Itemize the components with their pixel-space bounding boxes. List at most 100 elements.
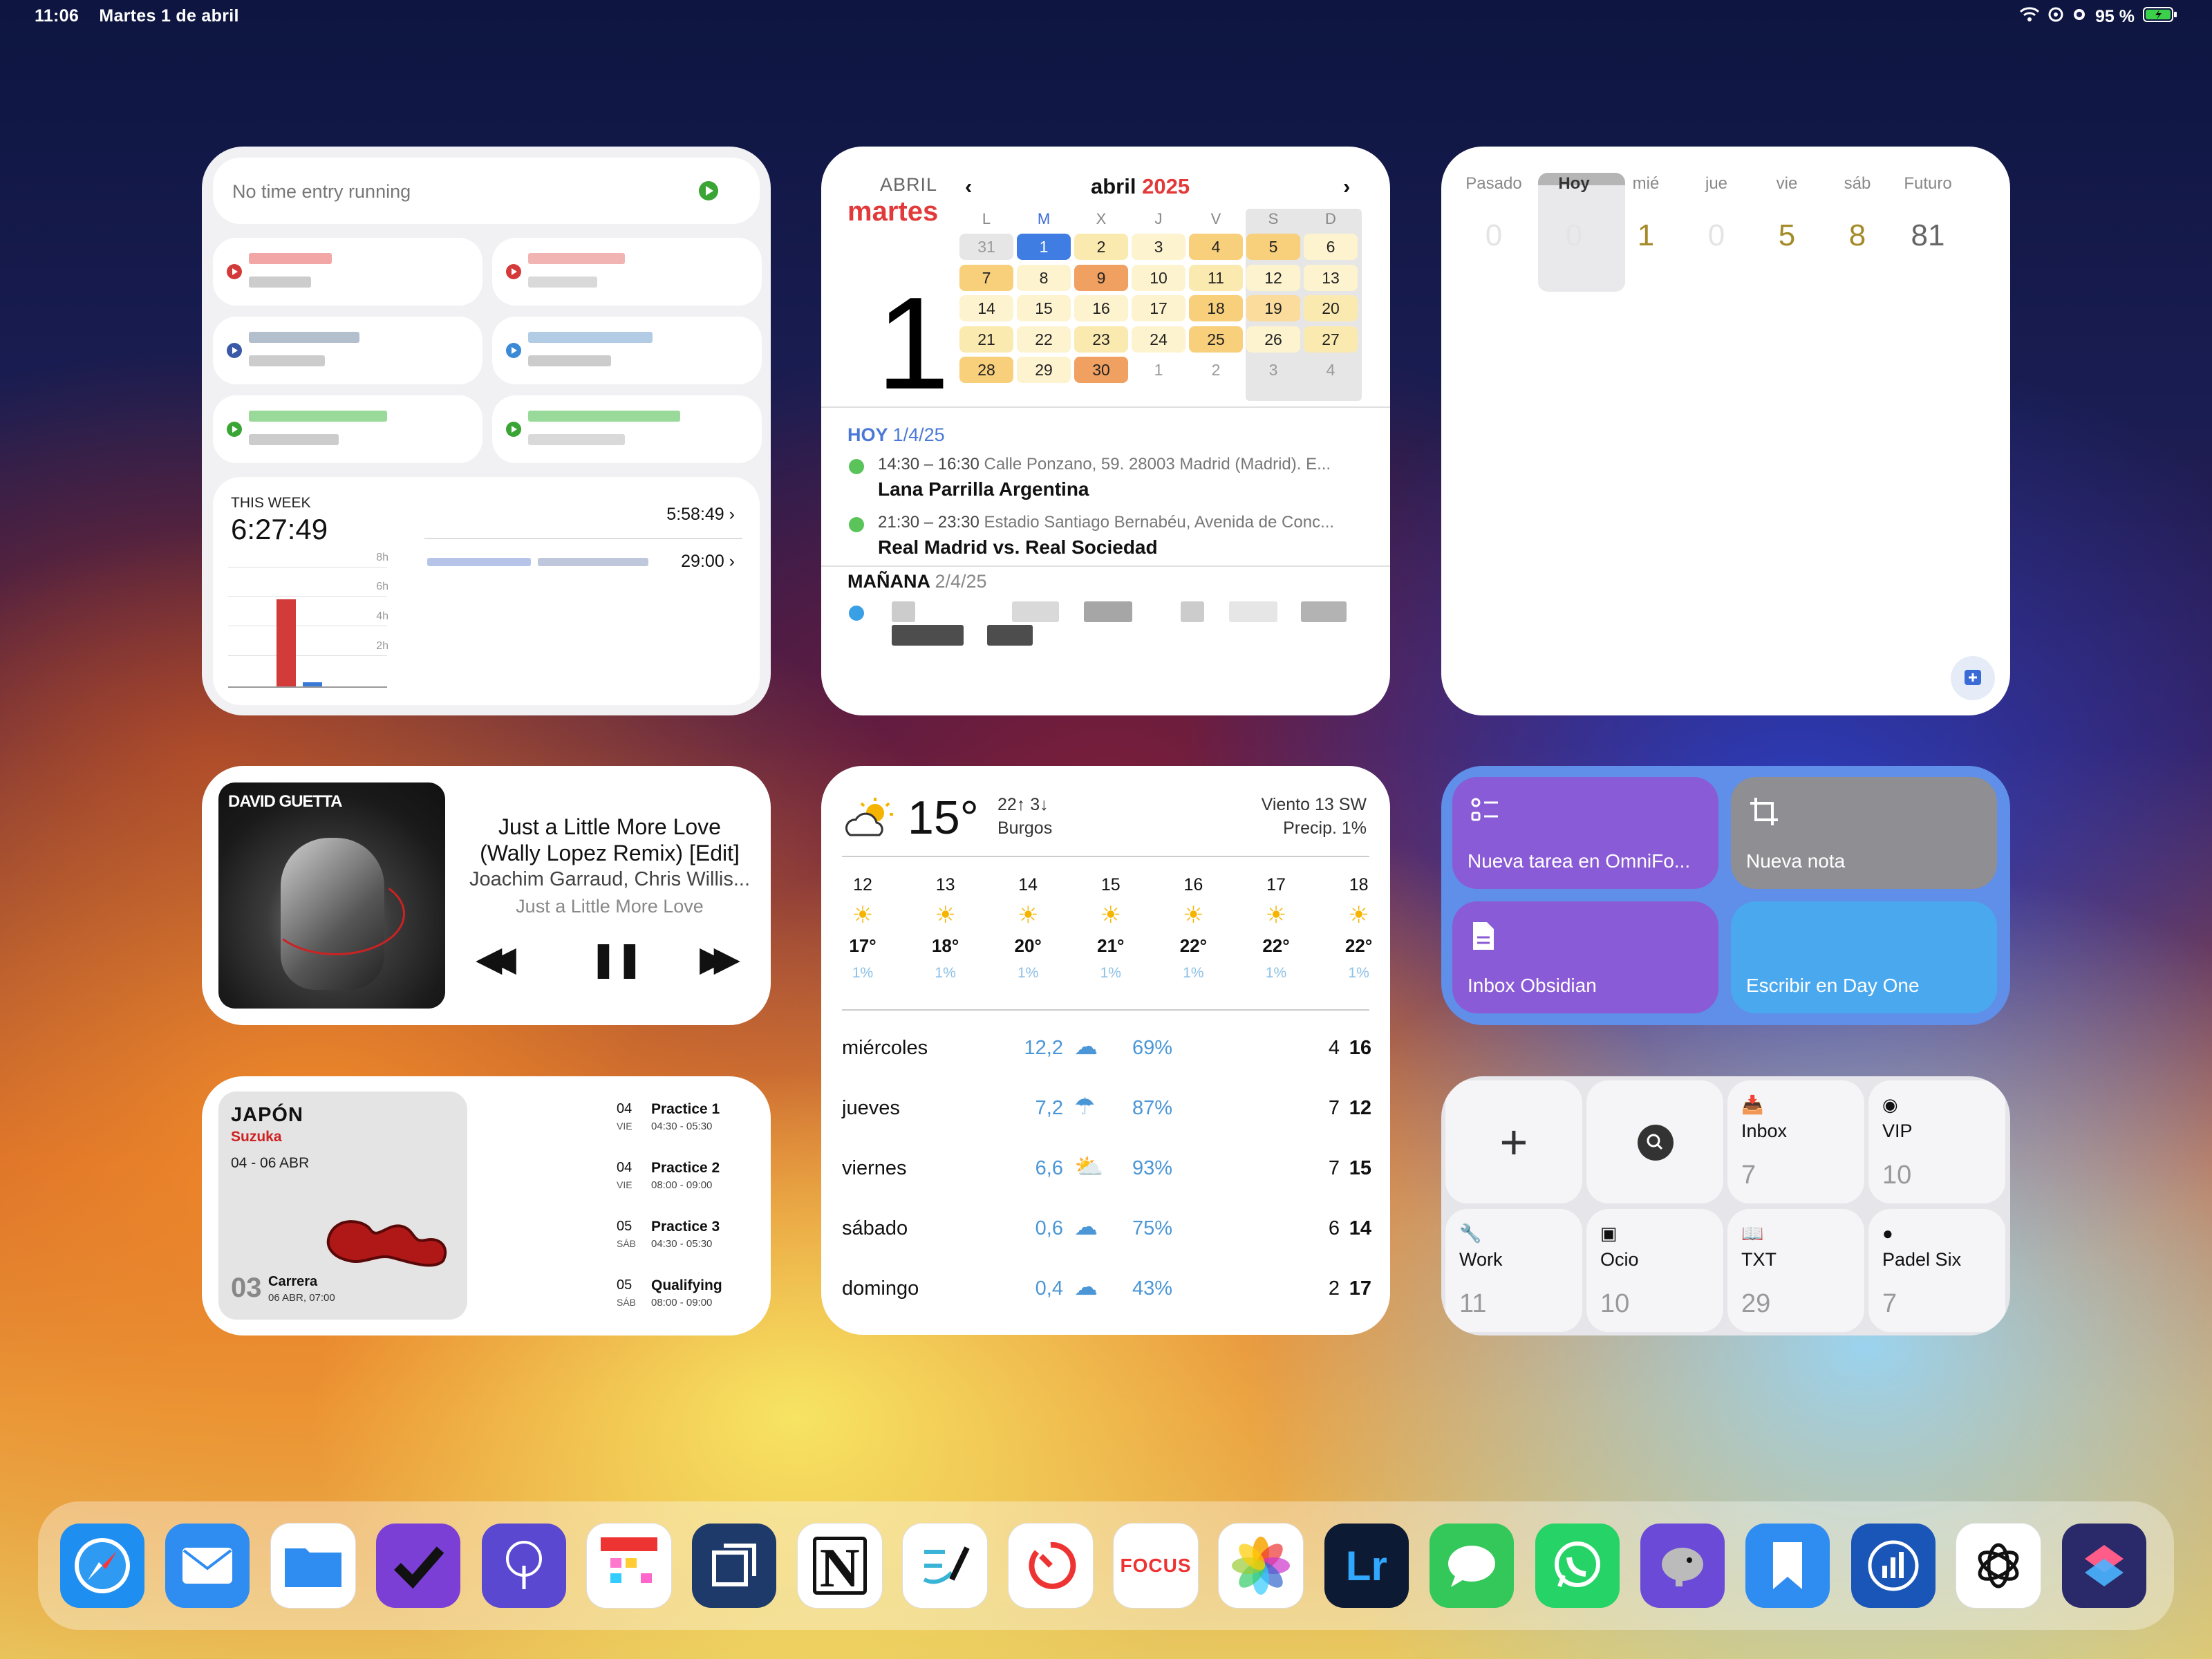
calendar-day-cell[interactable]: 10: [1132, 264, 1185, 291]
event-title[interactable]: Real Madrid vs. Real Sociedad: [878, 536, 1158, 559]
calendar-widget[interactable]: ABRIL martes 1 ‹ abril 2025 › L M X J V S D 31 1…: [821, 147, 1390, 715]
time-entry[interactable]: [213, 317, 482, 384]
mailbox-ocio[interactable]: ▣ Ocio 10: [1586, 1209, 1723, 1332]
calendar-day-cell[interactable]: 11: [1189, 264, 1243, 291]
event-time[interactable]: 21:30 – 23:30 Estadio Santiago Bernabéu,…: [878, 513, 1334, 532]
time-entry[interactable]: [492, 395, 762, 463]
shortcut-day-one[interactable]: Escribir en Day One: [1731, 901, 1997, 1013]
dock-app-whatsapp[interactable]: [1535, 1524, 1620, 1608]
count-column-3[interactable]: jue 0: [1682, 174, 1751, 253]
dock-app-tree-app[interactable]: [481, 1524, 566, 1608]
calendar-day-cell[interactable]: 29: [1017, 357, 1071, 383]
count-column-5[interactable]: sáb 8: [1823, 174, 1892, 253]
calendar-day-cell[interactable]: 9: [1074, 264, 1128, 291]
calendar-day-cell[interactable]: 2: [1074, 234, 1128, 260]
f1-session[interactable]: 04 VIE Practice 2 08:00 - 09:00: [617, 1160, 755, 1201]
calendar-day-cell[interactable]: 12: [1246, 264, 1300, 291]
previous-track-icon[interactable]: ◀◀: [476, 939, 516, 979]
dock-app-notion[interactable]: N: [797, 1524, 882, 1608]
next-month-chevron-icon[interactable]: ›: [1343, 174, 1350, 199]
dock-app-focus[interactable]: FOCUS: [1114, 1524, 1198, 1608]
calendar-day-cell[interactable]: 26: [1246, 326, 1300, 353]
calendar-day-cell[interactable]: 15: [1017, 295, 1071, 321]
mailbox-work[interactable]: 🔧 Work 11: [1445, 1209, 1582, 1332]
calendar-day-cell[interactable]: 21: [959, 326, 1013, 353]
play-icon[interactable]: [506, 343, 521, 358]
dock-app-stats-app[interactable]: [1850, 1524, 1936, 1608]
dock-app-lightroom[interactable]: Lr: [1324, 1524, 1409, 1608]
calendar-day-cell[interactable]: 19: [1246, 295, 1300, 321]
count-column-2[interactable]: mié 1: [1611, 174, 1680, 253]
calendar-day-cell[interactable]: 1: [1017, 234, 1071, 260]
compose-button[interactable]: +: [1445, 1080, 1582, 1203]
next-track-icon[interactable]: ▶▶: [700, 939, 740, 979]
task-counts-widget[interactable]: Pasado 0 Hoy 0 mié 1 jue 0 vie 5 sáb 8 Futuro 81: [1441, 147, 2010, 715]
calendar-day-cell[interactable]: 4: [1304, 357, 1358, 383]
shortcuts-widget[interactable]: Nueva tarea en OmniFo... Nueva nota Inbo…: [1441, 766, 2010, 1025]
count-column-6[interactable]: Futuro 81: [1893, 174, 1962, 253]
calendar-day-cell[interactable]: 14: [959, 295, 1013, 321]
dock-app-fantastical[interactable]: [587, 1524, 671, 1608]
dock-app-timer-app[interactable]: [1008, 1524, 1093, 1608]
f1-session[interactable]: 05 SÁB Qualifying 08:00 - 09:00: [617, 1277, 755, 1319]
calendar-day-cell[interactable]: 24: [1132, 326, 1185, 353]
dock-app-shortcuts[interactable]: [2061, 1524, 2146, 1608]
calendar-day-cell[interactable]: 18: [1189, 295, 1243, 321]
timer-header[interactable]: No time entry running: [213, 158, 760, 224]
play-icon[interactable]: [699, 181, 718, 200]
shortcut-inbox-obsidian[interactable]: Inbox Obsidian: [1452, 901, 1718, 1013]
dock-app-chatgpt[interactable]: [1956, 1524, 2041, 1608]
calendar-day-cell[interactable]: 3: [1246, 357, 1300, 383]
f1-schedule-widget[interactable]: JAPÓN Suzuka 04 - 06 ABR 03 Carrera 06 A…: [202, 1076, 771, 1335]
event-time[interactable]: 14:30 – 16:30 Calle Ponzano, 59. 28003 M…: [878, 455, 1331, 474]
time-entry[interactable]: [492, 238, 762, 306]
shortcut-omnifocus-task[interactable]: Nueva tarea en OmniFo...: [1452, 777, 1718, 889]
time-entry[interactable]: [213, 238, 482, 306]
time-entry[interactable]: [492, 317, 762, 384]
calendar-day-cell[interactable]: 27: [1304, 326, 1358, 353]
calendar-day-cell[interactable]: 8: [1017, 264, 1071, 291]
dock-app-freeform[interactable]: [903, 1524, 988, 1608]
calendar-day-cell[interactable]: 30: [1074, 357, 1128, 383]
prev-month-chevron-icon[interactable]: ‹: [965, 174, 972, 199]
calendar-day-cell[interactable]: 20: [1304, 295, 1358, 321]
dock-app-mastodon-app[interactable]: [1640, 1524, 1725, 1608]
calendar-day-cell[interactable]: 3: [1132, 234, 1185, 260]
f1-session[interactable]: 04 VIE Practice 1 04:30 - 05:30: [617, 1101, 755, 1143]
calendar-day-cell[interactable]: 1: [1132, 357, 1185, 383]
pause-icon[interactable]: ❚❚: [589, 939, 644, 979]
dock-app-mail[interactable]: [165, 1524, 250, 1608]
calendar-day-cell[interactable]: 13: [1304, 264, 1358, 291]
count-column-1[interactable]: Hoy 0: [1539, 174, 1609, 253]
play-icon[interactable]: [227, 343, 242, 358]
calendar-day-cell[interactable]: 5: [1246, 234, 1300, 260]
play-icon[interactable]: [227, 264, 242, 279]
search-button[interactable]: [1586, 1080, 1723, 1203]
dock-app-safari[interactable]: [60, 1524, 144, 1608]
event-title[interactable]: Lana Parrilla Argentina: [878, 478, 1089, 500]
calendar-day-cell[interactable]: 17: [1132, 295, 1185, 321]
dock-app-messages[interactable]: [1430, 1524, 1515, 1608]
calendar-day-cell[interactable]: 2: [1189, 357, 1243, 383]
dock-app-photos[interactable]: [1219, 1524, 1304, 1608]
calendar-day-cell[interactable]: 31: [959, 234, 1013, 260]
play-icon[interactable]: [506, 264, 521, 279]
count-column-0[interactable]: Pasado 0: [1459, 174, 1528, 253]
calendar-day-cell[interactable]: 6: [1304, 234, 1358, 260]
album-cover[interactable]: DAVID GUETTA: [218, 782, 445, 1009]
calendar-day-cell[interactable]: 7: [959, 264, 1013, 291]
calendar-day-cell[interactable]: 23: [1074, 326, 1128, 353]
shortcut-new-note[interactable]: Nueva nota: [1731, 777, 1997, 889]
play-icon[interactable]: [227, 422, 242, 437]
now-playing-widget[interactable]: DAVID GUETTA Just a Little More Love (Wa…: [202, 766, 771, 1025]
time-tracker-widget[interactable]: No time entry running THIS WEEK 6:27:49 …: [202, 147, 771, 715]
calendar-day-cell[interactable]: 16: [1074, 295, 1128, 321]
count-column-4[interactable]: vie 5: [1752, 174, 1821, 253]
week-summary[interactable]: THIS WEEK 6:27:49 5:58:49 › 29:00 › 8h 6…: [213, 477, 760, 705]
race-card[interactable]: JAPÓN Suzuka 04 - 06 ABR 03 Carrera 06 A…: [218, 1091, 467, 1320]
mailbox-txt[interactable]: 📖 TXT 29: [1727, 1209, 1864, 1332]
calendar-day-cell[interactable]: 25: [1189, 326, 1243, 353]
mailbox-inbox[interactable]: 📥 Inbox 7: [1727, 1080, 1864, 1203]
mail-widget[interactable]: + 📥 Inbox 7 ◉ VIP 10 🔧 Work 11 ▣ Ocio 10…: [1441, 1076, 2010, 1335]
f1-session[interactable]: 05 SÁB Practice 3 04:30 - 05:30: [617, 1219, 755, 1260]
